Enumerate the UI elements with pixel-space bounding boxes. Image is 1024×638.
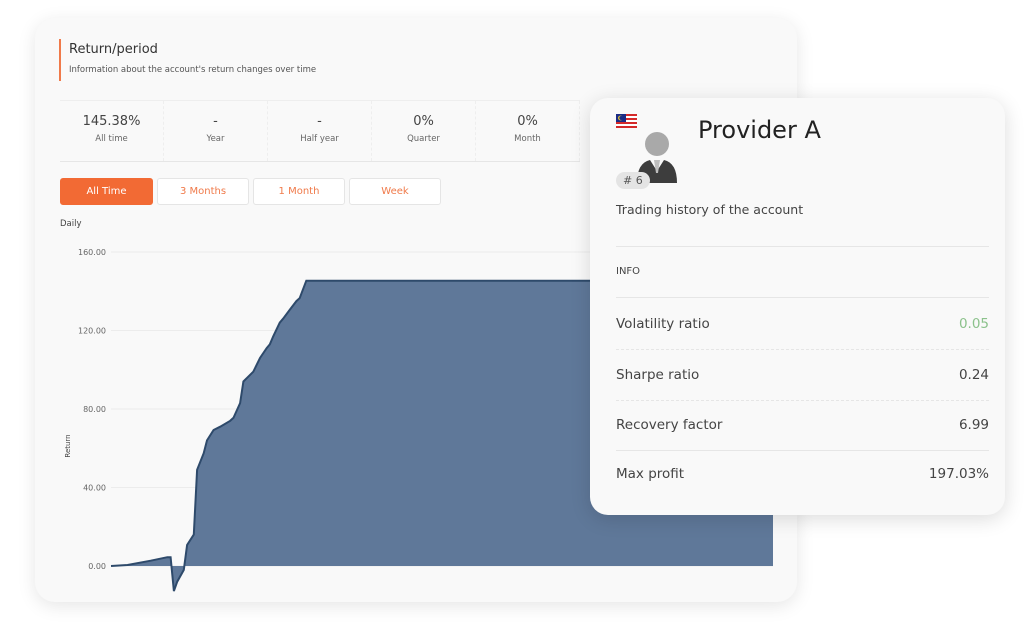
metric-value: 197.03% (928, 466, 989, 482)
metric-label: Recovery factor (616, 417, 723, 433)
divider (616, 297, 989, 298)
provider-name: Provider A (698, 116, 821, 144)
metric-recovery-factor: Recovery factor 6.99 (616, 400, 989, 450)
y-tick-label: 0.00 (88, 562, 106, 571)
malaysia-flag-icon (616, 114, 637, 128)
metric-label: Volatility ratio (616, 316, 710, 332)
metric-label: Sharpe ratio (616, 367, 700, 383)
metric-volatility-ratio: Volatility ratio 0.05 (616, 299, 989, 349)
y-tick-label: 80.00 (83, 405, 106, 414)
metric-value: 0.24 (958, 367, 989, 383)
provider-description: Trading history of the account (616, 202, 804, 217)
divider (616, 246, 989, 247)
info-heading: INFO (616, 266, 641, 277)
y-tick-label: 160.00 (78, 248, 106, 257)
metric-value: 0.05 (958, 316, 989, 332)
metric-max-profit: Max profit 197.03% (616, 449, 989, 499)
y-tick-label: 40.00 (83, 484, 106, 493)
rank-badge: # 6 (616, 172, 650, 189)
y-axis-label: Return (64, 434, 72, 457)
provider-card: # 6 Provider A Trading history of the ac… (590, 98, 1005, 515)
metric-value: 6.99 (958, 417, 989, 433)
metric-label: Max profit (616, 466, 685, 482)
y-tick-label: 120.00 (78, 327, 106, 336)
metric-sharpe-ratio: Sharpe ratio 0.24 (616, 350, 989, 400)
